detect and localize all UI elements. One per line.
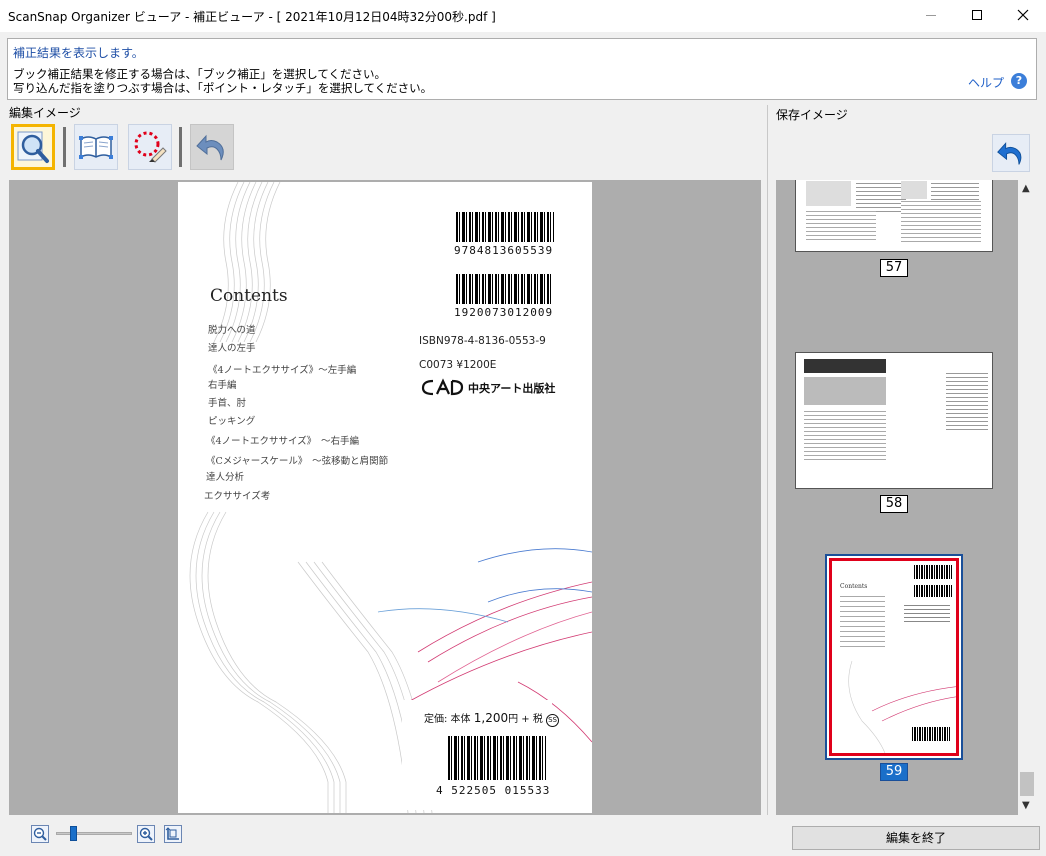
minimize-icon [926, 14, 936, 16]
isbn-barcode [456, 212, 554, 242]
title-bar: ScanSnap Organizer ビューア - 補正ビューア - [ 202… [0, 0, 1046, 32]
saved-undo-button[interactable] [992, 134, 1030, 172]
magnifier-icon [17, 131, 49, 163]
help-link[interactable]: ヘルプ [968, 74, 1004, 91]
saved-image-panel[interactable]: 57 58 Contents 59 [776, 180, 1018, 815]
toc-item: 達人の左手 [208, 343, 256, 354]
isbn-text: ISBN978-4-8136-0553-9 [419, 335, 546, 347]
zoom-out-button[interactable] [31, 825, 49, 843]
toc-item: 右手編 [208, 380, 237, 391]
zoom-slider-thumb[interactable] [70, 826, 77, 841]
code-barcode [456, 274, 552, 304]
info-panel: 補正結果を表示します。 ブック補正結果を修正する場合は、「ブック補正」を選択して… [7, 38, 1037, 100]
undo-icon [997, 142, 1022, 165]
point-retouch-button[interactable] [128, 124, 172, 170]
info-message: 補正結果を表示します。 [13, 46, 144, 60]
info-instruction-retouch: 写り込んだ指を塗りつぶす場合は、「ポイント・レタッチ」を選択してください。 [13, 81, 433, 95]
maximize-button[interactable] [954, 0, 1000, 30]
panel-divider[interactable] [767, 105, 768, 815]
thumbnail-page-selected[interactable]: Contents [825, 554, 963, 760]
toc-item: 手首、肘 [208, 398, 247, 409]
maximize-icon [972, 10, 982, 20]
toc-item: エクササイズ考 [204, 491, 271, 502]
app-window: ScanSnap Organizer ビューア - 補正ビューア - [ 202… [0, 0, 1046, 856]
fit-page-button[interactable] [164, 825, 182, 843]
price-box: 定価: 本体 1,200円 + 税 SS 4 522505 015533 [402, 700, 560, 810]
toc-item: 脱力への道 [208, 325, 256, 336]
code-price-text: C0073 ¥1200E [419, 359, 497, 371]
toc-item: 《4ノートエクササイズ》 〜右手編 [206, 436, 360, 447]
document-page-preview[interactable]: Contents 脱力への道 達人の左手 《4ノートエクササイズ》〜左手編 右手… [178, 182, 592, 813]
book-correction-icon [79, 136, 113, 159]
scrollbar-thumb[interactable] [1020, 772, 1034, 796]
thumbnail-page[interactable] [795, 352, 993, 489]
toolbar-separator [63, 127, 66, 167]
toolbar-separator [179, 127, 182, 167]
book-correction-button[interactable] [74, 124, 118, 170]
thumbnail-page[interactable] [795, 180, 993, 252]
thumbnail-number[interactable]: 58 [880, 495, 908, 513]
edit-image-label: 編集イメージ [9, 106, 81, 120]
code-barcode-number: 1920073012009 [454, 306, 554, 319]
undo-button[interactable] [190, 124, 234, 170]
ss-mark-icon: SS [546, 714, 560, 727]
zoom-in-button[interactable] [137, 825, 155, 843]
end-edit-button[interactable]: 編集を終了 [792, 826, 1040, 850]
product-barcode [448, 736, 546, 780]
thumbnail-scrollbar[interactable]: ▲ ▼ [1018, 180, 1036, 815]
isbn-barcode-number: 9784813605539 [454, 244, 554, 257]
close-button[interactable] [1000, 0, 1046, 30]
saved-image-label: 保存イメージ [776, 108, 848, 122]
window-title: ScanSnap Organizer ビューア - 補正ビューア - [ 202… [8, 10, 496, 24]
view-mode-button[interactable] [11, 124, 55, 170]
zoom-slider-track[interactable] [56, 832, 132, 835]
contents-heading: Contents [210, 286, 288, 306]
point-retouch-icon [134, 131, 167, 163]
toc-item: 達人分析 [206, 472, 245, 483]
publisher-name: 中央アート出版社 [468, 382, 556, 395]
product-barcode-number: 4 522505 015533 [436, 784, 551, 797]
undo-icon [196, 134, 224, 161]
thumbnail-number-selected[interactable]: 59 [880, 763, 908, 781]
scroll-up-icon[interactable]: ▲ [1022, 183, 1030, 194]
minimize-button[interactable] [908, 0, 954, 30]
toc-item: ピッキング [208, 416, 256, 427]
thumbnail-number[interactable]: 57 [880, 259, 908, 277]
price-suffix: 円 + 税 [508, 714, 543, 725]
price-amount: 1,200 [473, 711, 509, 725]
toc-item: 《4ノートエクササイズ》〜左手編 [208, 365, 357, 376]
help-icon[interactable]: ? [1011, 73, 1027, 89]
toc-item: 《Cメジャースケール》 〜弦移動と肩関節 [206, 456, 389, 467]
publisher-logo [419, 377, 465, 397]
price-prefix: 定価: 本体 [424, 714, 471, 725]
scroll-down-icon[interactable]: ▼ [1022, 800, 1030, 811]
zoom-in-icon [139, 827, 153, 841]
fit-page-icon [165, 827, 179, 840]
zoom-out-icon [33, 827, 47, 841]
edit-image-panel[interactable]: Contents 脱力への道 達人の左手 《4ノートエクササイズ》〜左手編 右手… [9, 180, 761, 815]
close-icon [1017, 9, 1029, 21]
